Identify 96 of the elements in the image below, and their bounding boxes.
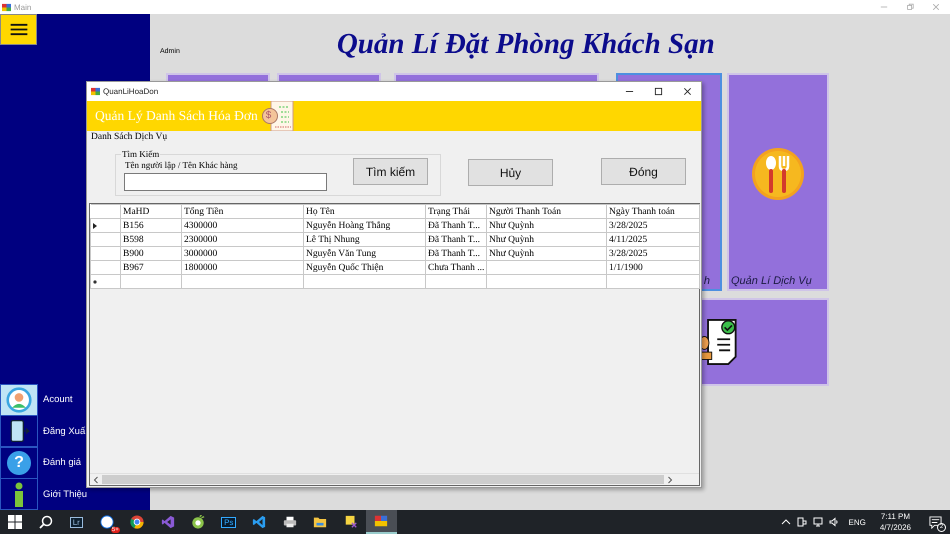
taskbar-app[interactable]: Ps: [214, 510, 244, 534]
column-header[interactable]: Trạng Thái: [426, 204, 486, 218]
ring-icon: [191, 515, 206, 529]
close-icon[interactable]: [683, 87, 692, 96]
table-cell: Như Quỳnh: [486, 218, 606, 232]
tile-label: Quản Lí Dịch Vụ: [731, 275, 812, 287]
app-label: Lr: [70, 516, 83, 528]
browser-icon: [130, 515, 144, 529]
table-cell[interactable]: [304, 274, 426, 288]
action-button[interactable]: Đóng: [601, 158, 686, 185]
table-cell[interactable]: [486, 274, 606, 288]
sidebar-item[interactable]: Đăng Xuấ: [43, 426, 86, 437]
table-cell: 3000000: [182, 246, 304, 260]
table-cell: 3/28/2025: [606, 246, 700, 260]
table-cell: Đã Thanh T...: [426, 246, 486, 260]
device-icon[interactable]: [796, 517, 807, 527]
horizontal-scrollbar[interactable]: [90, 473, 699, 485]
network-icon[interactable]: [812, 517, 823, 527]
app-icon: [2, 2, 11, 12]
chat-bubble-icon: [100, 515, 114, 529]
language-indicator[interactable]: ENG: [848, 518, 866, 526]
app-heading: Quản Lí Đặt Phòng Khách Sạn: [336, 28, 715, 61]
sidebar-icon-tile[interactable]: [0, 384, 38, 416]
table-cell: 2300000: [182, 232, 304, 246]
table-cell: 1800000: [182, 260, 304, 274]
menu-button[interactable]: [0, 14, 37, 45]
sticky-note-icon: [344, 515, 358, 529]
maximize-icon[interactable]: [654, 87, 663, 96]
clock-date[interactable]: 4/7/2026: [880, 522, 911, 533]
app-icon: [374, 514, 388, 528]
table-cell: B156: [120, 218, 182, 232]
menu-tile[interactable]: Quản Lí Dịch Vụ: [727, 73, 829, 291]
table-cell: Nguyễn Văn Tung: [304, 246, 426, 260]
table-cell: Lê Thị Nhung: [304, 232, 426, 246]
app-label: Ps: [221, 516, 236, 528]
action-button[interactable]: Hủy: [468, 159, 553, 186]
window-title: QuanLiHoaDon: [103, 87, 158, 96]
user-icon: [6, 386, 32, 413]
table-cell[interactable]: [426, 274, 486, 288]
table-cell: Đã Thanh T...: [426, 232, 486, 246]
table-cell: Nguyễn Hoàng Thắng: [304, 218, 426, 232]
table-cell: Như Quỳnh: [486, 232, 606, 246]
table-cell: B967: [120, 260, 182, 274]
section-label: Danh Sách Dịch Vụ: [91, 132, 168, 142]
sidebar-item[interactable]: Acount: [43, 394, 73, 406]
table-cell: 4/11/2025: [606, 232, 700, 246]
scroll-thumb[interactable]: [102, 475, 664, 484]
table-cell[interactable]: [120, 274, 182, 288]
sidebar-item[interactable]: Đánh giá: [43, 457, 82, 468]
action-button[interactable]: Tìm kiếm: [353, 158, 428, 185]
new-row-icon: [93, 280, 97, 284]
table-cell: 3/28/2025: [606, 218, 700, 232]
column-header[interactable]: Tổng Tiền: [182, 204, 304, 218]
table-cell: Như Quỳnh: [486, 246, 606, 260]
table-cell[interactable]: [182, 274, 304, 288]
column-header[interactable]: Họ Tên: [304, 204, 426, 218]
column-header[interactable]: Người Thanh Toán: [486, 204, 606, 218]
table-cell: B598: [120, 232, 182, 246]
volume-icon[interactable]: [828, 517, 839, 527]
table-cell: Đã Thanh T...: [426, 218, 486, 232]
table-cell: B900: [120, 246, 182, 260]
taskbar-app[interactable]: Lr: [61, 510, 92, 534]
sidebar-item[interactable]: Giới Thiệu: [43, 488, 88, 500]
table-cell: 4300000: [182, 218, 304, 232]
app-icon: [91, 87, 100, 96]
help-icon: ?: [7, 450, 31, 475]
banner-title: Quản Lý Danh Sách Hóa Đơn: [95, 108, 258, 124]
field-label: Tên người lập / Tên Khác hàng: [125, 160, 238, 170]
table-cell[interactable]: [606, 274, 700, 288]
clock-time[interactable]: 7:11 PM: [880, 511, 910, 522]
sidebar-icon-tile[interactable]: [0, 415, 38, 448]
window-title: Main: [14, 2, 32, 12]
table-cell: Chưa Thanh ...: [426, 260, 486, 274]
column-header[interactable]: MaHD: [120, 204, 182, 218]
search-icon[interactable]: [38, 515, 53, 529]
current-row-icon: [93, 222, 97, 228]
info-icon: [14, 482, 24, 507]
column-header[interactable]: Ngày Thanh toán: [606, 204, 700, 218]
sidebar-icon-tile[interactable]: [0, 478, 38, 510]
row-header-corner: [90, 204, 120, 218]
folder-icon: [313, 515, 328, 529]
infinity-logo-icon: [160, 515, 175, 529]
printer-icon: [282, 515, 297, 529]
chevron-up-icon[interactable]: [780, 517, 791, 527]
menu-tile[interactable]: [700, 298, 829, 386]
table-cell: Nguyễn Quốc Thiện: [304, 260, 426, 274]
code-editor-icon: [252, 515, 266, 529]
table-cell: 1/1/1900: [606, 260, 700, 274]
cutlery-icon: [751, 147, 805, 201]
notification-icon[interactable]: [929, 516, 942, 528]
group-title: Tìm Kiếm: [121, 149, 160, 159]
search-field[interactable]: [124, 173, 327, 191]
row-header[interactable]: [90, 218, 120, 232]
windows-start-icon[interactable]: [8, 515, 22, 529]
menu-icon: [10, 23, 28, 36]
tile-label: h: [704, 275, 710, 287]
